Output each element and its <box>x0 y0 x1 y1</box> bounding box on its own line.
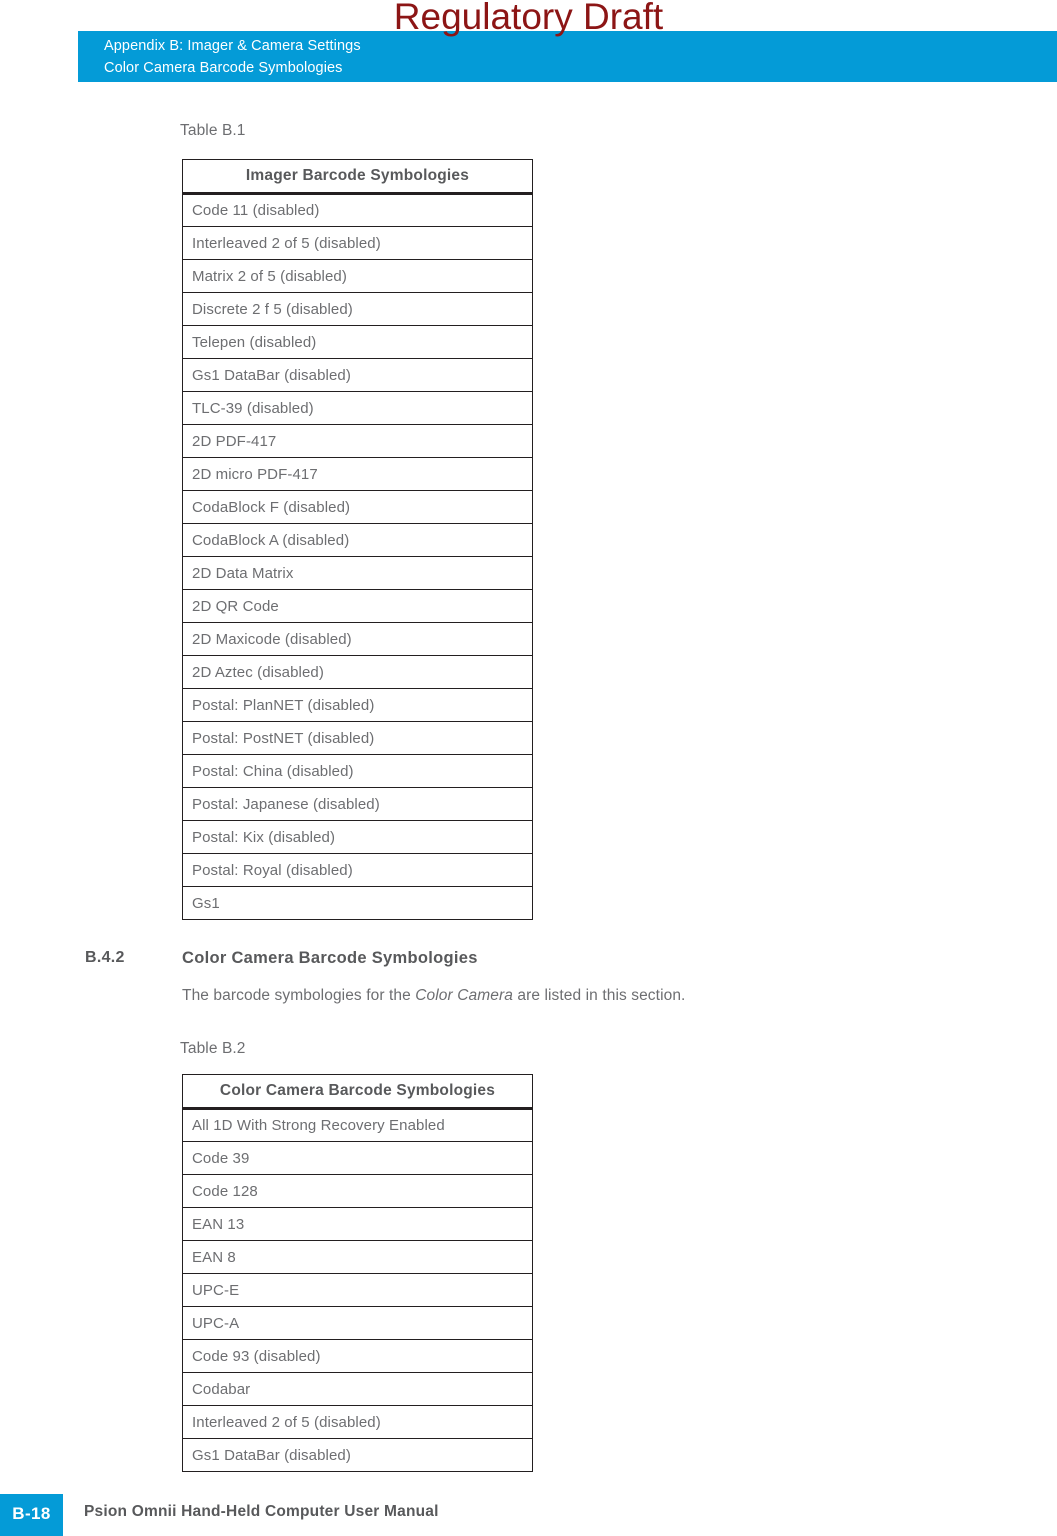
table-row: Postal: Royal (disabled) <box>182 853 533 887</box>
table-cell: Gs1 <box>182 886 533 920</box>
table-cell: Postal: China (disabled) <box>182 754 533 788</box>
table-b1-body: Imager Barcode Symbologies Code 11 (disa… <box>182 159 533 920</box>
table-cell: 2D PDF-417 <box>182 424 533 458</box>
table-row: 2D micro PDF-417 <box>182 457 533 491</box>
table-cell: Gs1 DataBar (disabled) <box>182 358 533 392</box>
table-cell: Postal: PlanNET (disabled) <box>182 688 533 722</box>
color-camera-barcode-symbologies-table: Color Camera Barcode Symbologies All 1D … <box>182 1074 533 1472</box>
table-row: Postal: Japanese (disabled) <box>182 787 533 821</box>
table-cell: 2D micro PDF-417 <box>182 457 533 491</box>
imager-barcode-symbologies-table: Imager Barcode Symbologies Code 11 (disa… <box>182 159 533 920</box>
table-row: CodaBlock F (disabled) <box>182 490 533 524</box>
page-footer: B-18 Psion Omnii Hand-Held Computer User… <box>0 1494 1057 1536</box>
table-cell: CodaBlock F (disabled) <box>182 490 533 524</box>
table-b2-body: Color Camera Barcode Symbologies All 1D … <box>182 1074 533 1472</box>
table-b2-caption: Table B.2 <box>180 1040 246 1057</box>
table-b1-caption: Table B.1 <box>180 122 246 139</box>
table-cell: EAN 13 <box>182 1207 533 1241</box>
page-header-band: Appendix B: Imager & Camera Settings Col… <box>78 31 1057 82</box>
table-cell: All 1D With Strong Recovery Enabled <box>182 1108 533 1142</box>
page-number-badge: B-18 <box>0 1494 63 1536</box>
table-cell: Matrix 2 of 5 (disabled) <box>182 259 533 293</box>
table-cell: Discrete 2 f 5 (disabled) <box>182 292 533 326</box>
section-number: B.4.2 <box>85 949 125 966</box>
table-row: Gs1 DataBar (disabled) <box>182 358 533 392</box>
section-body-before: The barcode symbologies for the <box>182 987 416 1004</box>
table-row: Code 39 <box>182 1141 533 1175</box>
table-header-row: Color Camera Barcode Symbologies <box>182 1074 533 1110</box>
table-row: Codabar <box>182 1372 533 1406</box>
table-cell: Postal: PostNET (disabled) <box>182 721 533 755</box>
table-cell: EAN 8 <box>182 1240 533 1274</box>
table-row: 2D Maxicode (disabled) <box>182 622 533 656</box>
section-title: Color Camera Barcode Symbologies <box>182 949 478 967</box>
table-cell: Postal: Kix (disabled) <box>182 820 533 854</box>
table-row: Gs1 DataBar (disabled) <box>182 1438 533 1472</box>
table-row: Postal: Kix (disabled) <box>182 820 533 854</box>
table-cell: Interleaved 2 of 5 (disabled) <box>182 226 533 260</box>
table-cell: CodaBlock A (disabled) <box>182 523 533 557</box>
table-cell: 2D Data Matrix <box>182 556 533 590</box>
table-row: UPC-E <box>182 1273 533 1307</box>
table-row: Interleaved 2 of 5 (disabled) <box>182 226 533 260</box>
table-row: Postal: PlanNET (disabled) <box>182 688 533 722</box>
table-b2-header-cell: Color Camera Barcode Symbologies <box>182 1074 533 1110</box>
section-body-text: The barcode symbologies for the Color Ca… <box>182 987 685 1005</box>
table-row: Interleaved 2 of 5 (disabled) <box>182 1405 533 1439</box>
table-cell: 2D QR Code <box>182 589 533 623</box>
table-row: Postal: PostNET (disabled) <box>182 721 533 755</box>
footer-manual-title: Psion Omnii Hand-Held Computer User Manu… <box>84 1503 439 1520</box>
table-row: Code 11 (disabled) <box>182 193 533 227</box>
table-row: Code 128 <box>182 1174 533 1208</box>
table-row: All 1D With Strong Recovery Enabled <box>182 1108 533 1142</box>
table-row: Gs1 <box>182 886 533 920</box>
table-row: 2D PDF-417 <box>182 424 533 458</box>
table-cell: 2D Aztec (disabled) <box>182 655 533 689</box>
table-cell: Postal: Japanese (disabled) <box>182 787 533 821</box>
table-cell: UPC-E <box>182 1273 533 1307</box>
table-cell: Code 128 <box>182 1174 533 1208</box>
table-cell: Postal: Royal (disabled) <box>182 853 533 887</box>
table-cell: 2D Maxicode (disabled) <box>182 622 533 656</box>
table-b1-header-cell: Imager Barcode Symbologies <box>182 159 533 195</box>
table-cell: UPC-A <box>182 1306 533 1340</box>
table-row: Matrix 2 of 5 (disabled) <box>182 259 533 293</box>
table-header-row: Imager Barcode Symbologies <box>182 159 533 195</box>
table-row: TLC-39 (disabled) <box>182 391 533 425</box>
header-appendix-title: Appendix B: Imager & Camera Settings <box>104 38 361 54</box>
section-body-italic: Color Camera <box>415 987 513 1004</box>
table-row: EAN 13 <box>182 1207 533 1241</box>
table-row: 2D Aztec (disabled) <box>182 655 533 689</box>
table-cell: Interleaved 2 of 5 (disabled) <box>182 1405 533 1439</box>
section-body-after: are listed in this section. <box>512 987 686 1004</box>
table-row: 2D Data Matrix <box>182 556 533 590</box>
table-row: Telepen (disabled) <box>182 325 533 359</box>
table-cell: Codabar <box>182 1372 533 1406</box>
table-cell: Code 11 (disabled) <box>182 193 533 227</box>
table-cell: Telepen (disabled) <box>182 325 533 359</box>
table-cell: Code 93 (disabled) <box>182 1339 533 1373</box>
table-row: Code 93 (disabled) <box>182 1339 533 1373</box>
table-cell: Code 39 <box>182 1141 533 1175</box>
header-section-title: Color Camera Barcode Symbologies <box>104 60 343 76</box>
table-cell: Gs1 DataBar (disabled) <box>182 1438 533 1472</box>
table-cell: TLC-39 (disabled) <box>182 391 533 425</box>
table-row: Discrete 2 f 5 (disabled) <box>182 292 533 326</box>
table-row: 2D QR Code <box>182 589 533 623</box>
table-row: UPC-A <box>182 1306 533 1340</box>
table-row: Postal: China (disabled) <box>182 754 533 788</box>
table-row: CodaBlock A (disabled) <box>182 523 533 557</box>
table-row: EAN 8 <box>182 1240 533 1274</box>
